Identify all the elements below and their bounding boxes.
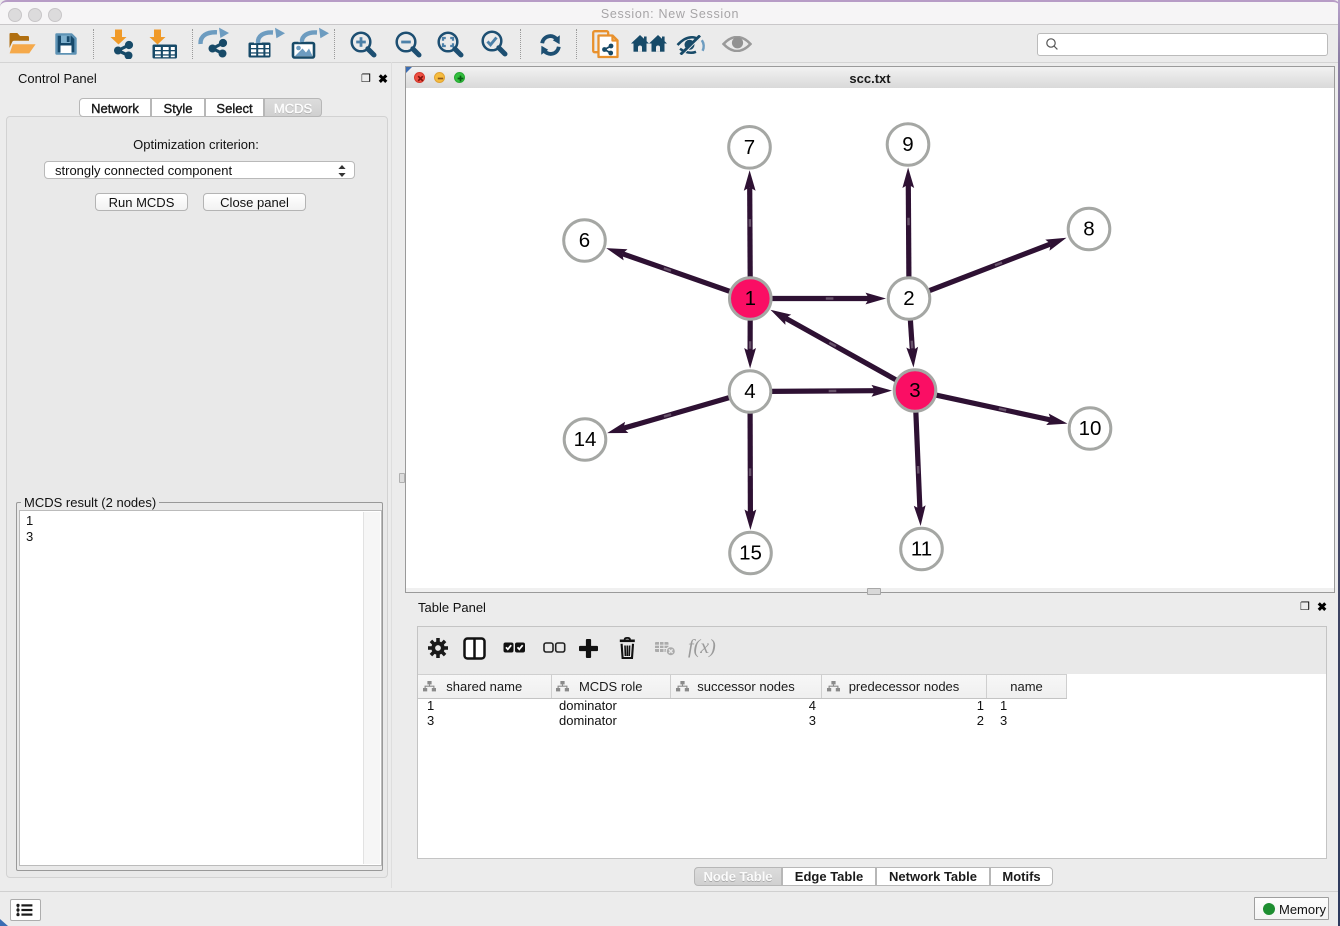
svg-text:1: 1	[745, 287, 756, 310]
svg-text:4: 4	[744, 380, 755, 403]
svg-text:15: 15	[739, 542, 762, 565]
svg-text:8: 8	[1083, 218, 1094, 241]
svg-text:7: 7	[744, 136, 755, 159]
svg-text:6: 6	[579, 229, 590, 252]
svg-text:2: 2	[903, 287, 914, 310]
svg-text:9: 9	[902, 133, 913, 156]
svg-text:10: 10	[1079, 417, 1102, 440]
svg-text:11: 11	[911, 538, 932, 561]
svg-text:3: 3	[909, 379, 920, 402]
svg-text:14: 14	[574, 428, 597, 451]
